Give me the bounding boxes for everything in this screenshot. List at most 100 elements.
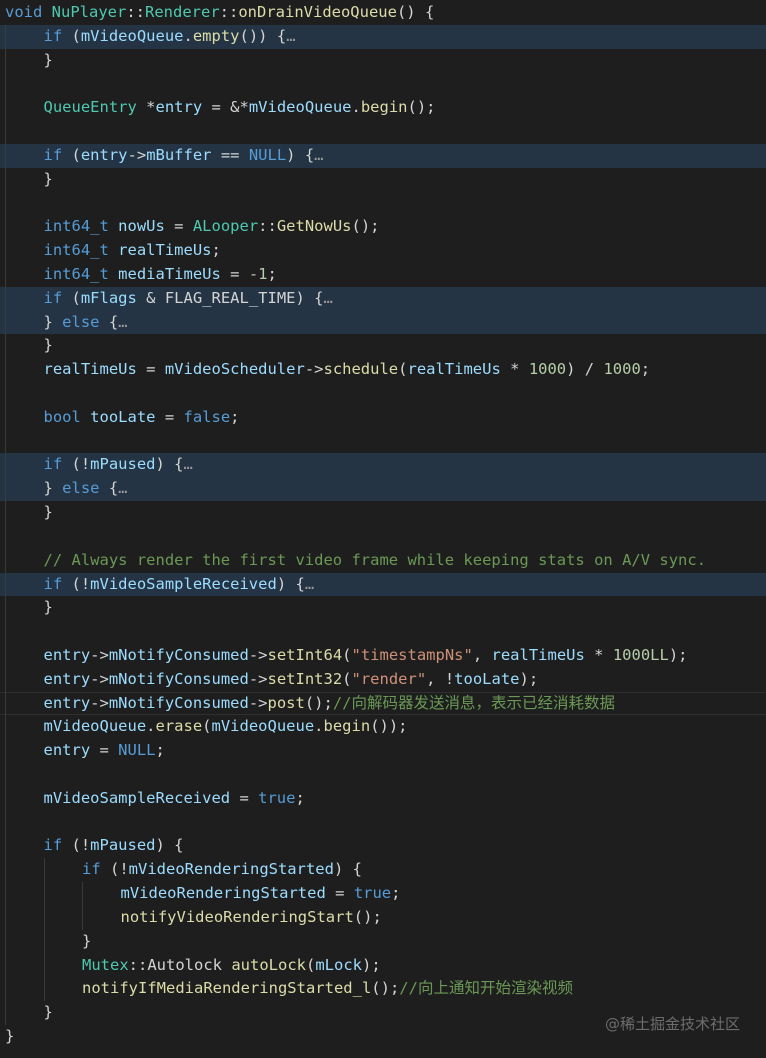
fold-ellipsis-icon[interactable]: … bbox=[184, 455, 193, 473]
code-line[interactable]: mVideoQueue.erase(mVideoQueue.begin()); bbox=[0, 715, 766, 740]
code-line[interactable]: entry->mNotifyConsumed->setInt32("render… bbox=[0, 667, 766, 692]
code-line[interactable]: QueueEntry *entry = &*mVideoQueue.begin(… bbox=[0, 96, 766, 121]
code-line[interactable]: if (!mPaused) {… bbox=[0, 453, 766, 478]
code-line[interactable]: entry->mNotifyConsumed->setInt64("timest… bbox=[0, 643, 766, 668]
code-line-content: Mutex::Autolock autoLock(mLock); bbox=[82, 956, 381, 974]
code-line[interactable]: if (!mPaused) { bbox=[0, 834, 766, 859]
indent-guide bbox=[5, 262, 6, 287]
indent-guide bbox=[5, 72, 6, 97]
code-token: empty bbox=[192, 26, 240, 45]
code-line[interactable]: notifyVideoRenderingStart(); bbox=[0, 905, 766, 930]
fold-ellipsis-icon[interactable]: … bbox=[324, 289, 333, 307]
code-line[interactable] bbox=[0, 524, 766, 549]
code-line[interactable]: if (entry->mBuffer == NULL) {… bbox=[0, 143, 766, 168]
code-token: NuPlayer bbox=[51, 3, 127, 21]
indent-guide bbox=[43, 858, 45, 883]
indent-guide bbox=[5, 405, 6, 430]
fold-ellipsis-icon[interactable]: … bbox=[286, 27, 295, 45]
code-token: mLock bbox=[315, 955, 363, 974]
code-editor[interactable]: void NuPlayer::Renderer::onDrainVideoQue… bbox=[0, 1, 766, 1049]
code-token: ) { bbox=[155, 455, 184, 474]
code-line[interactable]: if (!mVideoRenderingStarted) { bbox=[0, 858, 766, 883]
code-line[interactable]: } bbox=[0, 334, 766, 359]
code-line[interactable] bbox=[0, 120, 766, 144]
indent-guide bbox=[5, 239, 6, 263]
code-token: (); bbox=[371, 979, 400, 998]
code-token: . bbox=[351, 98, 361, 117]
code-line[interactable]: } else {… bbox=[0, 477, 766, 502]
code-line[interactable]: realTimeUs = mVideoScheduler->schedule(r… bbox=[0, 358, 766, 382]
code-token: ; bbox=[295, 788, 305, 807]
code-line[interactable]: if (mFlags & FLAG_REAL_TIME) {… bbox=[0, 286, 766, 311]
code-line[interactable] bbox=[0, 191, 766, 216]
code-token: QueueEntry bbox=[43, 98, 137, 117]
code-line-content: } bbox=[44, 503, 53, 521]
code-line[interactable] bbox=[0, 72, 766, 97]
indent-guide bbox=[5, 429, 6, 454]
code-line[interactable]: if (!mVideoSampleReceived) {… bbox=[0, 572, 766, 597]
code-line-content: void NuPlayer::Renderer::onDrainVideoQue… bbox=[5, 3, 434, 21]
code-token: entry bbox=[43, 693, 91, 712]
indent-guide bbox=[5, 120, 6, 144]
code-token: mVideoQueue bbox=[248, 98, 352, 117]
code-line-content: } else {… bbox=[44, 313, 128, 331]
code-line[interactable] bbox=[0, 763, 766, 787]
code-line[interactable]: bool tooLate = false; bbox=[0, 405, 766, 430]
code-line-content: if (mVideoQueue.empty()) {… bbox=[44, 27, 296, 45]
code-token: mNotifyConsumed bbox=[108, 645, 249, 664]
code-token: } bbox=[43, 1003, 53, 1022]
code-line[interactable]: int64_t mediaTimeUs = -1; bbox=[0, 262, 766, 287]
code-token: :: bbox=[219, 3, 239, 21]
code-token: -> bbox=[248, 693, 268, 712]
code-token: autoLock bbox=[231, 955, 306, 974]
code-line[interactable]: } bbox=[0, 596, 766, 621]
code-token: ; bbox=[640, 360, 651, 379]
code-line[interactable]: Mutex::Autolock autoLock(mLock); bbox=[0, 953, 766, 978]
code-token: else bbox=[62, 479, 100, 498]
code-line-content: if (!mVideoRenderingStarted) { bbox=[82, 860, 362, 878]
code-line[interactable]: int64_t realTimeUs; bbox=[0, 239, 766, 263]
code-line[interactable]: } else {… bbox=[0, 310, 766, 335]
code-token: -1 bbox=[248, 264, 268, 283]
code-token: int64_t bbox=[43, 241, 109, 260]
indent-guide bbox=[5, 929, 6, 954]
fold-ellipsis-icon[interactable]: … bbox=[305, 575, 314, 593]
code-token: Mutex bbox=[82, 955, 129, 974]
code-token: mPaused bbox=[90, 455, 156, 474]
code-line[interactable] bbox=[0, 382, 766, 406]
code-token: mFlags bbox=[80, 288, 137, 307]
code-token: entry bbox=[80, 145, 128, 164]
code-token: realTimeUs bbox=[118, 241, 212, 260]
code-line[interactable]: // Always render the first video frame w… bbox=[0, 548, 766, 573]
code-line-content: mVideoRenderingStarted = true; bbox=[121, 884, 401, 902]
indent-guide bbox=[43, 882, 45, 906]
code-token: :: bbox=[126, 3, 145, 21]
code-line[interactable]: if (mVideoQueue.empty()) {… bbox=[0, 24, 766, 49]
code-token: onDrainVideoQueue bbox=[238, 3, 397, 21]
fold-ellipsis-icon[interactable]: … bbox=[118, 313, 127, 331]
code-line[interactable]: mVideoRenderingStarted = true; bbox=[0, 882, 766, 906]
code-line[interactable]: mVideoSampleReceived = true; bbox=[0, 786, 766, 811]
code-line-content: int64_t nowUs = ALooper::GetNowUs(); bbox=[44, 217, 380, 235]
code-line[interactable]: } bbox=[0, 48, 766, 73]
code-line[interactable]: } bbox=[0, 501, 766, 525]
code-line[interactable] bbox=[0, 810, 766, 835]
code-token: nowUs bbox=[118, 217, 165, 236]
code-line[interactable]: entry->mNotifyConsumed->post();//向解码器发送消… bbox=[0, 691, 766, 716]
code-line[interactable]: int64_t nowUs = ALooper::GetNowUs(); bbox=[0, 215, 766, 240]
code-line[interactable]: void NuPlayer::Renderer::onDrainVideoQue… bbox=[0, 1, 766, 25]
code-line[interactable]: entry = NULL; bbox=[0, 739, 766, 763]
code-line[interactable] bbox=[0, 620, 766, 644]
code-line[interactable] bbox=[0, 429, 766, 454]
indent-guide bbox=[5, 620, 6, 644]
code-line[interactable]: } bbox=[0, 167, 766, 192]
code-token: = bbox=[90, 741, 119, 760]
fold-ellipsis-icon[interactable]: … bbox=[118, 479, 127, 497]
code-line[interactable]: notifyIfMediaRenderingStarted_l();//向上通知… bbox=[0, 977, 766, 1002]
code-line-content: entry->mNotifyConsumed->setInt32("render… bbox=[44, 670, 539, 688]
fold-ellipsis-icon[interactable]: … bbox=[314, 146, 323, 164]
indent-guide bbox=[5, 977, 6, 1002]
code-line[interactable]: } bbox=[0, 929, 766, 954]
